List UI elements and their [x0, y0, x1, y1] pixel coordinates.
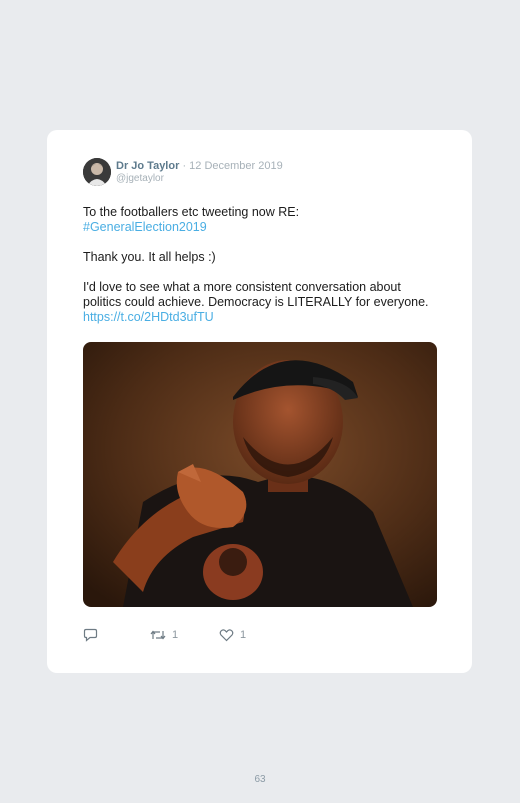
avatar[interactable]	[83, 158, 111, 186]
tweet-card: Dr Jo Taylor · 12 December 2019 @jgetayl…	[47, 130, 472, 673]
hashtag-link[interactable]: #GeneralElection2019	[83, 220, 207, 234]
reply-action[interactable]	[83, 628, 98, 642]
retweet-count: 1	[172, 629, 179, 641]
page-number: 63	[254, 774, 266, 785]
tweet-paragraph: I'd love to see what a more consistent c…	[83, 280, 438, 325]
author-handle[interactable]: @jgetaylor	[116, 173, 164, 184]
heart-icon	[219, 629, 234, 642]
like-count: 1	[240, 629, 247, 641]
tweet-paragraph: To the footballers etc tweeting now RE: …	[83, 205, 438, 235]
author-name[interactable]: Dr Jo Taylor	[116, 160, 179, 172]
retweet-action[interactable]: 1	[150, 628, 178, 642]
tweet-media-image[interactable]	[83, 342, 437, 607]
paragraph-text: Thank you. It all helps :)	[83, 250, 216, 264]
tweet-url-link[interactable]: https://t.co/2HDtd3ufTU	[83, 310, 214, 324]
media-illustration	[83, 342, 437, 607]
meta-separator: ·	[182, 160, 187, 172]
tweet-header: Dr Jo Taylor · 12 December 2019	[116, 160, 283, 172]
retweet-icon	[150, 630, 166, 640]
tweet-actions: 1 1	[83, 628, 423, 644]
tweet-body: To the footballers etc tweeting now RE: …	[83, 205, 438, 340]
tweet-date[interactable]: 12 December 2019	[189, 160, 283, 172]
reply-icon	[83, 628, 98, 642]
paragraph-text: I'd love to see what a more consistent c…	[83, 280, 429, 309]
paragraph-text: To the footballers etc tweeting now RE:	[83, 205, 300, 219]
like-action[interactable]: 1	[219, 628, 246, 642]
tweet-paragraph: Thank you. It all helps :)	[83, 250, 438, 265]
